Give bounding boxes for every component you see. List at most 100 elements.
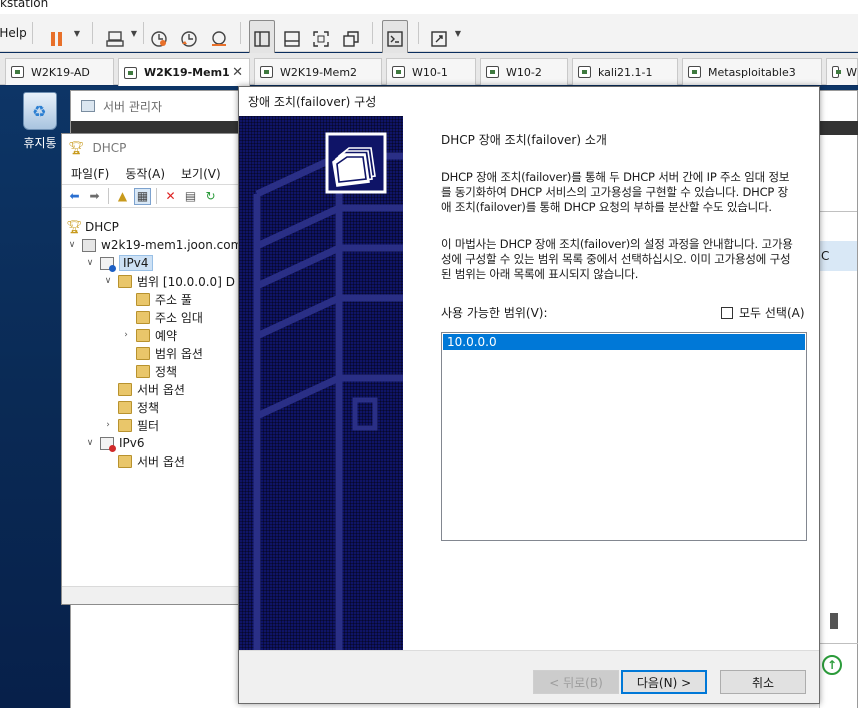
- tree-node-ipv6[interactable]: ∨ IPv6: [84, 434, 145, 452]
- tab-label: kali21.1-1: [598, 65, 653, 79]
- tab-label: Metasploitable3: [708, 65, 796, 79]
- vm-icon: [832, 66, 842, 78]
- tab-metasploitable3[interactable]: Metasploitable3: [682, 58, 822, 85]
- back-button[interactable]: < 뒤로(B): [533, 670, 619, 694]
- horizontal-scrollbar[interactable]: [62, 586, 260, 604]
- recycle-bin[interactable]: 휴지통: [18, 92, 62, 151]
- host-title-bar: kstation: [0, 0, 858, 14]
- server-icon: [82, 238, 96, 252]
- tree-label: 서버 옵션: [137, 454, 185, 469]
- tree-node-address-pool[interactable]: 주소 풀: [136, 290, 192, 308]
- dhcp-trophy-icon: 🏆︎: [68, 140, 85, 156]
- trophy-icon: 🏆︎: [66, 219, 83, 235]
- wizard-content: DHCP 장애 조치(failover) 소개 DHCP 장애 조치(failo…: [403, 116, 819, 650]
- chevron-right-icon[interactable]: ›: [102, 420, 114, 430]
- chevron-down-icon[interactable]: ∨: [84, 438, 96, 448]
- folder-icon: [118, 400, 132, 414]
- server-manager-side-pane: ↑: [819, 603, 858, 708]
- host-toolbar: Help ▼ ▼ ▼: [0, 14, 858, 58]
- wizard-guide-paragraph: 이 마법사는 DHCP 장애 조치(failover)의 설정 과정을 안내합니…: [441, 237, 793, 281]
- vm-icon: [578, 66, 591, 78]
- host-title: kstation: [0, 0, 49, 10]
- wizard-banner: [239, 116, 403, 650]
- tab-w2k19-ad[interactable]: W2K19-AD: [5, 58, 114, 85]
- tab-w2k19-mem1[interactable]: W2K19-Mem1 ✕: [118, 58, 250, 86]
- tree-label: IPv4: [119, 255, 153, 271]
- chevron-right-icon[interactable]: ›: [120, 330, 132, 340]
- available-scopes-list[interactable]: 10.0.0.0: [441, 332, 807, 541]
- dhcp-toolbar: ⬅ ➡ ▲ ▦ ✕ ▤ ↻: [62, 184, 260, 208]
- tree-node-address-leases[interactable]: 주소 임대: [136, 308, 203, 326]
- menu-view[interactable]: 보기(V): [181, 165, 221, 182]
- chevron-down-icon[interactable]: ▼: [452, 14, 464, 52]
- forward-arrow-icon[interactable]: ➡: [86, 188, 103, 205]
- server-manager-icon: [81, 100, 95, 112]
- tree-label: 범위 옵션: [155, 346, 203, 361]
- tree-node-server[interactable]: ∨ w2k19-mem1.joon.com: [66, 236, 243, 254]
- cancel-button[interactable]: 취소: [720, 670, 806, 694]
- tab-w2k19-mem2[interactable]: W2K19-Mem2: [254, 58, 382, 85]
- checkbox-box[interactable]: [721, 306, 733, 319]
- chevron-down-icon[interactable]: ∨: [84, 258, 96, 268]
- tree-node-ipv6-server-options[interactable]: 서버 옵션: [118, 452, 185, 470]
- tab-kali[interactable]: kali21.1-1: [572, 58, 678, 85]
- arrow-up-icon[interactable]: ↑: [822, 655, 842, 675]
- server-manager-title: 서버 관리자: [103, 99, 163, 114]
- menu-file[interactable]: 파일(F): [71, 165, 109, 182]
- folder-icon: [136, 364, 150, 378]
- dhcp-console-window: 🏆︎ DHCP 파일(F) 동작(A) 보기(V) ⬅ ➡ ▲ ▦ ✕ ▤ ↻ …: [61, 133, 261, 605]
- ipv4-icon: [100, 256, 116, 272]
- tab-label: W2K19-Mem1: [144, 66, 230, 79]
- tab-label: W2K19-AD: [31, 65, 90, 79]
- chevron-down-icon[interactable]: ∨: [66, 240, 78, 250]
- filter-icon: [118, 418, 132, 432]
- vm-icon: [260, 66, 273, 78]
- tree-node-scope[interactable]: ∨ 범위 [10.0.0.0] D: [102, 272, 235, 290]
- tree-node-policies[interactable]: 정책: [118, 398, 159, 416]
- tree-node-scope-policies[interactable]: 정책: [136, 362, 177, 380]
- folder-icon: [118, 382, 132, 396]
- dhcp-title-bar: 🏆︎ DHCP: [62, 134, 260, 162]
- tree-node-ipv4[interactable]: ∨ IPv4: [84, 254, 153, 272]
- help-menu[interactable]: Help: [0, 14, 27, 52]
- tree-node-reservations[interactable]: › 예약: [120, 326, 177, 344]
- close-icon[interactable]: ✕: [232, 65, 243, 80]
- tree-node-scope-options[interactable]: 범위 옵션: [136, 344, 203, 362]
- chevron-down-icon[interactable]: ∨: [102, 276, 114, 286]
- tree-node-filters[interactable]: › 필터: [102, 416, 159, 434]
- trash-icon[interactable]: [830, 613, 838, 629]
- tab-w10-2[interactable]: W10-2: [480, 58, 568, 85]
- next-button[interactable]: 다음(N) >: [621, 670, 707, 694]
- delete-icon[interactable]: ✕: [162, 188, 179, 205]
- show-hide-tree-icon[interactable]: ▦: [134, 187, 151, 205]
- back-arrow-icon[interactable]: ⬅: [66, 188, 83, 205]
- up-folder-icon[interactable]: ▲: [114, 188, 131, 205]
- tab-overflow[interactable]: W: [826, 58, 858, 85]
- chevron-down-icon[interactable]: ▼: [128, 14, 140, 52]
- properties-icon[interactable]: ▤: [182, 188, 199, 205]
- wizard-footer: < 뒤로(B) 다음(N) > 취소: [239, 650, 819, 703]
- tab-label: W: [846, 65, 857, 79]
- scope-folder-icon: [118, 274, 132, 288]
- server-manager-selected-cell[interactable]: C: [819, 241, 857, 271]
- tree-node-server-options[interactable]: 서버 옵션: [118, 380, 185, 398]
- tree-node-dhcp[interactable]: 🏆︎ DHCP: [66, 218, 119, 236]
- vm-icon: [11, 66, 24, 78]
- vm-icon: [688, 66, 701, 78]
- tree-label: 서버 옵션: [137, 382, 185, 397]
- select-all-checkbox[interactable]: 모두 선택(A): [721, 304, 805, 321]
- folder-icon: [118, 454, 132, 468]
- scope-list-item[interactable]: 10.0.0.0: [443, 334, 805, 350]
- chevron-down-icon[interactable]: ▼: [70, 14, 84, 52]
- folder-icon: [136, 328, 150, 342]
- tab-w10-1[interactable]: W10-1: [386, 58, 476, 85]
- tree-label: 필터: [137, 418, 160, 433]
- vm-icon: [486, 66, 499, 78]
- available-scopes-label: 사용 가능한 범위(V):: [441, 306, 548, 320]
- tree-label: 정책: [137, 400, 160, 415]
- dhcp-title: DHCP: [92, 141, 127, 155]
- menu-action[interactable]: 동작(A): [125, 165, 165, 182]
- tree-label: 정책: [155, 364, 178, 379]
- refresh-icon[interactable]: ↻: [202, 188, 219, 205]
- recycle-bin-label: 휴지통: [23, 136, 57, 150]
